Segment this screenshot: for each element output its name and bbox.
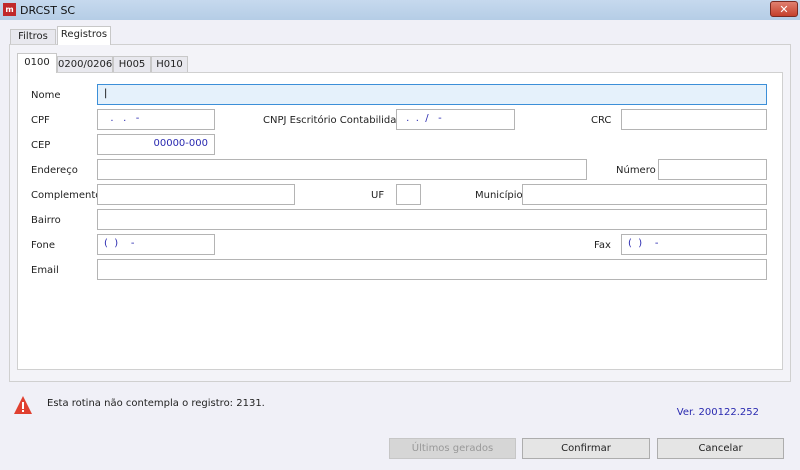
tab-0100[interactable]: 0100: [17, 53, 57, 73]
municipio-label: Município: [475, 190, 523, 201]
tab-filtros[interactable]: Filtros: [10, 29, 56, 44]
crc-label: CRC: [591, 115, 612, 126]
complemento-input[interactable]: [97, 184, 295, 205]
endereco-input[interactable]: [97, 159, 587, 180]
email-label: Email: [31, 265, 59, 276]
nome-label: Nome: [31, 90, 61, 101]
email-input[interactable]: [97, 259, 767, 280]
tab-registros[interactable]: Registros: [57, 26, 111, 45]
app-icon: m: [3, 3, 16, 16]
fax-input[interactable]: ( ) -: [621, 234, 767, 255]
complemento-label: Complemento: [31, 190, 102, 201]
uf-input[interactable]: [396, 184, 421, 205]
nome-input[interactable]: |: [97, 84, 767, 105]
numero-input[interactable]: [658, 159, 767, 180]
window-title: DRCST SC: [20, 4, 76, 17]
endereco-label: Endereço: [31, 165, 78, 176]
cpf-label: CPF: [31, 115, 50, 126]
bairro-input[interactable]: [97, 209, 767, 230]
numero-label: Número: [616, 165, 656, 176]
tab-0200-0206[interactable]: 0200/0206: [57, 56, 113, 72]
fax-label: Fax: [594, 240, 611, 251]
confirmar-button[interactable]: Confirmar: [522, 438, 650, 459]
cep-label: CEP: [31, 140, 51, 151]
cnpj-label: CNPJ Escritório Contabilidade: [263, 115, 409, 126]
tab-h010[interactable]: H010: [151, 56, 188, 72]
ultimos-gerados-button[interactable]: Últimos gerados: [389, 438, 516, 459]
bairro-label: Bairro: [31, 215, 61, 226]
cep-input[interactable]: 00000-000: [97, 134, 215, 155]
status-message: Esta rotina não contempla o registro: 21…: [47, 398, 265, 409]
title-bar: [0, 0, 800, 20]
close-button[interactable]: ✕: [770, 1, 798, 17]
fone-label: Fone: [31, 240, 56, 251]
fone-input[interactable]: ( ) -: [97, 234, 215, 255]
warning-icon: [14, 396, 32, 414]
uf-label: UF: [371, 190, 385, 201]
crc-input[interactable]: [621, 109, 767, 130]
cnpj-input[interactable]: . . / -: [396, 109, 515, 130]
cpf-input[interactable]: . . -: [97, 109, 215, 130]
tab-h005[interactable]: H005: [113, 56, 151, 72]
municipio-input[interactable]: [522, 184, 767, 205]
cancelar-button[interactable]: Cancelar: [657, 438, 784, 459]
version-label: Ver. 200122.252: [676, 407, 759, 418]
